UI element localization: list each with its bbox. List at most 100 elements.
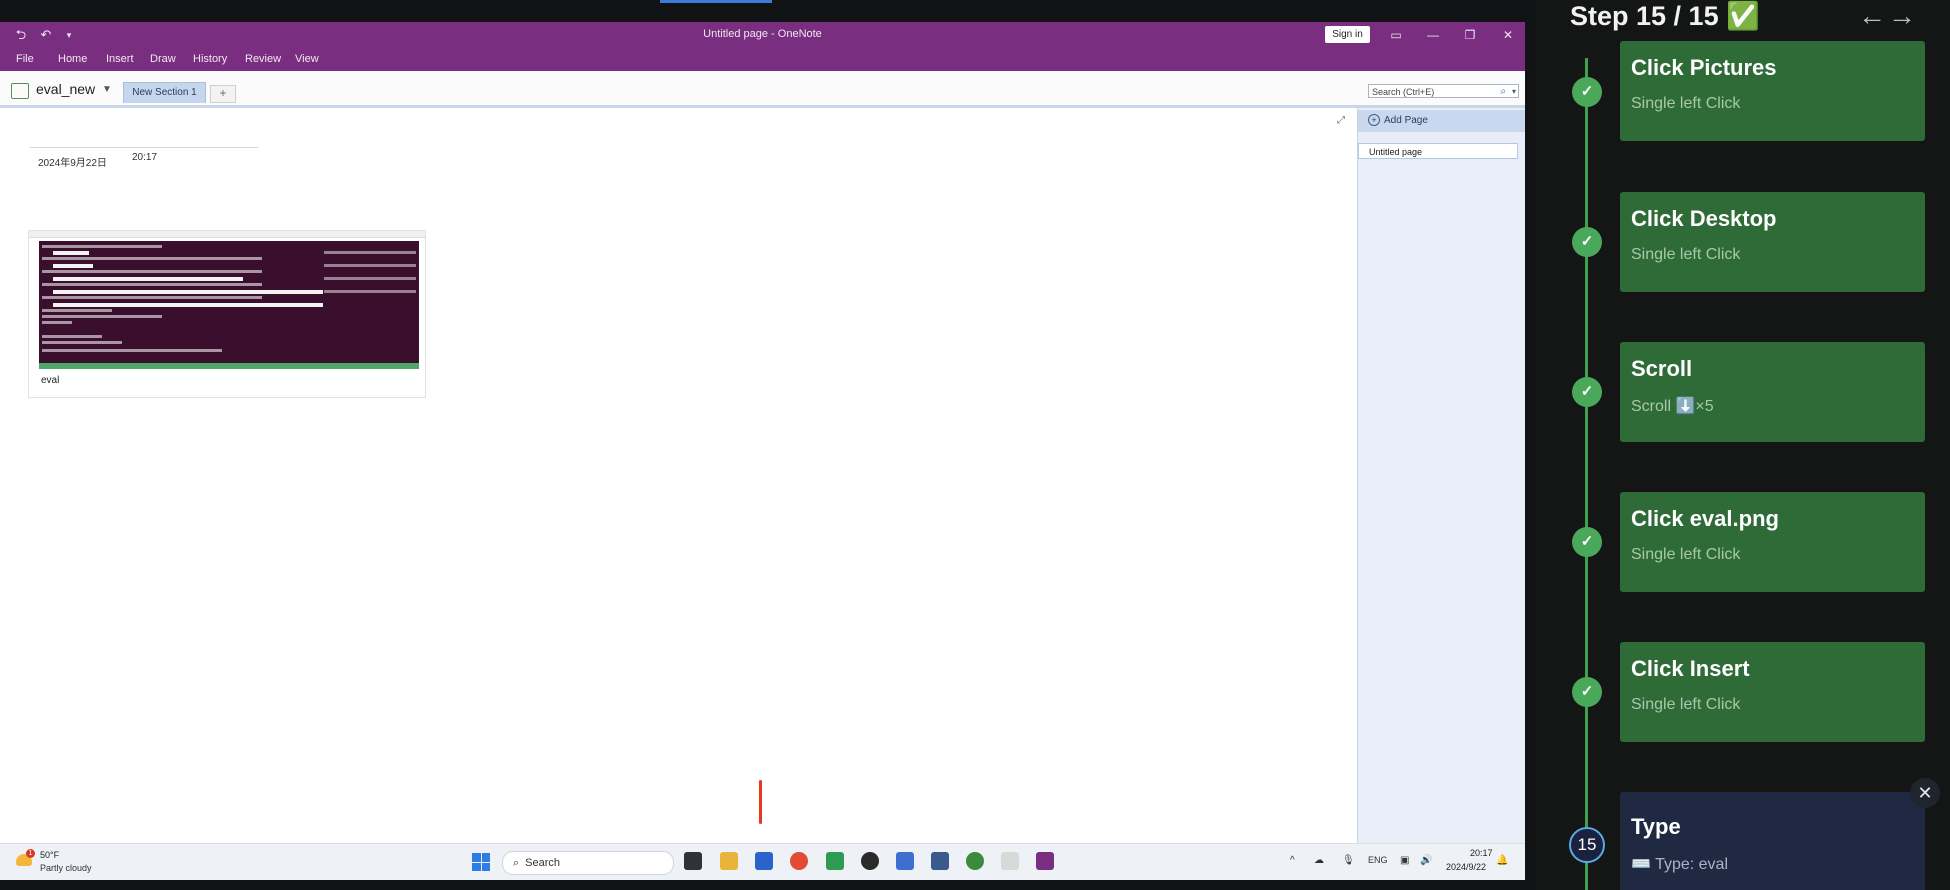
tab-insert[interactable]: Insert (106, 53, 134, 65)
timeline-line (1585, 58, 1588, 890)
onenote-window: ⮌ ↶ ▾ Untitled page - OneNote Sign in ▭ … (0, 22, 1525, 880)
image-caption[interactable]: eval (41, 375, 59, 386)
add-section-button[interactable]: + (210, 85, 236, 103)
search-input[interactable]: Search (Ctrl+E) ⌕ ▾ (1368, 84, 1519, 98)
language-indicator[interactable]: ENG (1368, 855, 1388, 865)
step-subtitle: Single left Click (1631, 95, 1741, 112)
ribbon-tabs: File Home Insert Draw History Review Vie… (0, 49, 1525, 71)
current-step-title: Type (1631, 814, 1681, 839)
tab-history[interactable]: History (193, 53, 227, 65)
step-card[interactable]: Click eval.png Single left Click (1620, 492, 1925, 592)
microphone-icon[interactable]: 🎙 (1342, 855, 1355, 866)
page-canvas[interactable]: ⤢ 2024年9月22日 20:17 eval (0, 108, 1357, 844)
search-placeholder: Search (Ctrl+E) (1372, 87, 1435, 97)
search-icon: ⌕ (513, 857, 520, 869)
page-time: 20:17 (132, 152, 158, 163)
step-card[interactable]: Scroll Scroll ⬇️×5 (1620, 342, 1925, 442)
notebook-dropdown-icon[interactable]: ▼ (102, 84, 112, 95)
notifications-icon[interactable]: 🔔 (1496, 855, 1508, 866)
step-title: Click eval.png (1631, 506, 1779, 531)
start-button[interactable] (472, 853, 490, 871)
container-handle[interactable] (29, 231, 425, 238)
weather-desc[interactable]: Partly cloudy (40, 863, 92, 873)
tab-view[interactable]: View (295, 53, 319, 65)
tab-file[interactable]: File (16, 53, 34, 65)
store-icon[interactable] (755, 852, 773, 870)
notepad-icon[interactable] (896, 852, 914, 870)
top-accent-bar (660, 0, 772, 3)
click-indicator (759, 780, 762, 824)
inserted-terminal-image[interactable] (39, 241, 419, 369)
add-page-icon: + (1368, 114, 1380, 127)
step-subtitle: Single left Click (1631, 696, 1741, 713)
search-icon[interactable]: ⌕ (1500, 85, 1506, 99)
notebook-bar: eval_new ▼ New Section 1 + Search (Ctrl+… (0, 71, 1525, 108)
chrome-icon[interactable] (790, 852, 808, 870)
notebook-icon (11, 83, 29, 99)
step-check-icon: ✓ (1572, 377, 1602, 407)
taskbar-search[interactable]: ⌕ Search (502, 851, 674, 875)
weather-badge: 1 (26, 849, 35, 858)
title-bar: ⮌ ↶ ▾ Untitled page - OneNote Sign in ▭ … (0, 22, 1525, 49)
expand-icon[interactable]: ⤢ (1337, 115, 1345, 126)
step-subtitle: Single left Click (1631, 546, 1741, 563)
volume-icon[interactable]: 🔊 (1420, 855, 1432, 866)
step-panel: Step 15 / 15 ✅ ←→ ✓ Click Pictures Singl… (1536, 0, 1950, 890)
close-icon[interactable]: ✕ (1910, 778, 1940, 808)
step-title: Click Pictures (1631, 55, 1777, 80)
minimize-icon[interactable]: — (1422, 26, 1444, 44)
step-title: Click Insert (1631, 656, 1750, 681)
page-title-line[interactable] (30, 146, 258, 148)
step-check-icon: ✓ (1572, 77, 1602, 107)
show-hidden-icons-icon[interactable]: ^ (1290, 855, 1295, 866)
close-window-icon[interactable]: ✕ (1497, 26, 1519, 44)
current-step-card[interactable]: Type ⌨️ Type: eval (1620, 792, 1925, 890)
step-subtitle: Single left Click (1631, 246, 1741, 263)
search-scope-icon[interactable]: ▾ (1512, 85, 1516, 99)
browser-icon[interactable] (966, 852, 984, 870)
weather-temp[interactable]: 50°F (40, 850, 59, 860)
step-subtitle: Scroll ⬇️×5 (1631, 398, 1714, 415)
file-explorer-icon[interactable] (720, 852, 738, 870)
clock-time[interactable]: 20:17 (1470, 848, 1493, 858)
step-title: Click Desktop (1631, 206, 1777, 231)
terminal-status-bar (39, 363, 419, 369)
current-step-number: 15 (1569, 827, 1605, 863)
window-title: Untitled page - OneNote (703, 28, 822, 40)
task-view-icon[interactable] (684, 852, 702, 870)
current-step-subtitle: ⌨️ Type: eval (1631, 856, 1729, 873)
media-app-icon[interactable] (861, 852, 879, 870)
taskbar-search-label: Search (525, 857, 561, 869)
add-page-label: Add Page (1384, 115, 1428, 126)
step-check-icon: ✓ (1572, 677, 1602, 707)
sign-in-button[interactable]: Sign in (1325, 26, 1370, 43)
step-card[interactable]: Click Pictures Single left Click (1620, 41, 1925, 141)
tab-draw[interactable]: Draw (150, 53, 176, 65)
step-card[interactable]: Click Insert Single left Click (1620, 642, 1925, 742)
step-header: Step 15 / 15 ✅ (1570, 1, 1760, 31)
stocks-app-icon[interactable] (826, 852, 844, 870)
page-date: 2024年9月22日 (38, 158, 107, 169)
step-title: Scroll (1631, 356, 1693, 381)
section-tab[interactable]: New Section 1 (123, 82, 206, 103)
step-check-icon: ✓ (1572, 527, 1602, 557)
onenote-icon[interactable] (1036, 852, 1054, 870)
paint-icon[interactable] (1001, 852, 1019, 870)
app-icon[interactable] (931, 852, 949, 870)
ribbon-display-icon[interactable]: ▭ (1385, 26, 1407, 44)
tab-home[interactable]: Home (58, 53, 87, 65)
tab-review[interactable]: Review (245, 53, 281, 65)
page-list-item[interactable]: Untitled page (1358, 143, 1518, 159)
onedrive-icon[interactable]: ☁ (1314, 855, 1324, 866)
restore-icon[interactable]: ❐ (1459, 26, 1481, 44)
step-check-icon: ✓ (1572, 227, 1602, 257)
taskbar: 1 50°F Partly cloudy ⌕ Search ^ ☁ 🎙 ENG ▣… (0, 843, 1525, 880)
step-nav-arrows[interactable]: ←→ (1858, 0, 1918, 32)
note-container[interactable]: eval (28, 230, 426, 398)
step-card[interactable]: Click Desktop Single left Click (1620, 192, 1925, 292)
network-icon[interactable]: ▣ (1400, 855, 1409, 866)
add-page-button[interactable]: + Add Page (1358, 110, 1525, 132)
page-list-pane: + Add Page Untitled page (1357, 108, 1525, 844)
notebook-name[interactable]: eval_new (36, 81, 95, 97)
clock-date[interactable]: 2024/9/22 (1446, 862, 1486, 872)
